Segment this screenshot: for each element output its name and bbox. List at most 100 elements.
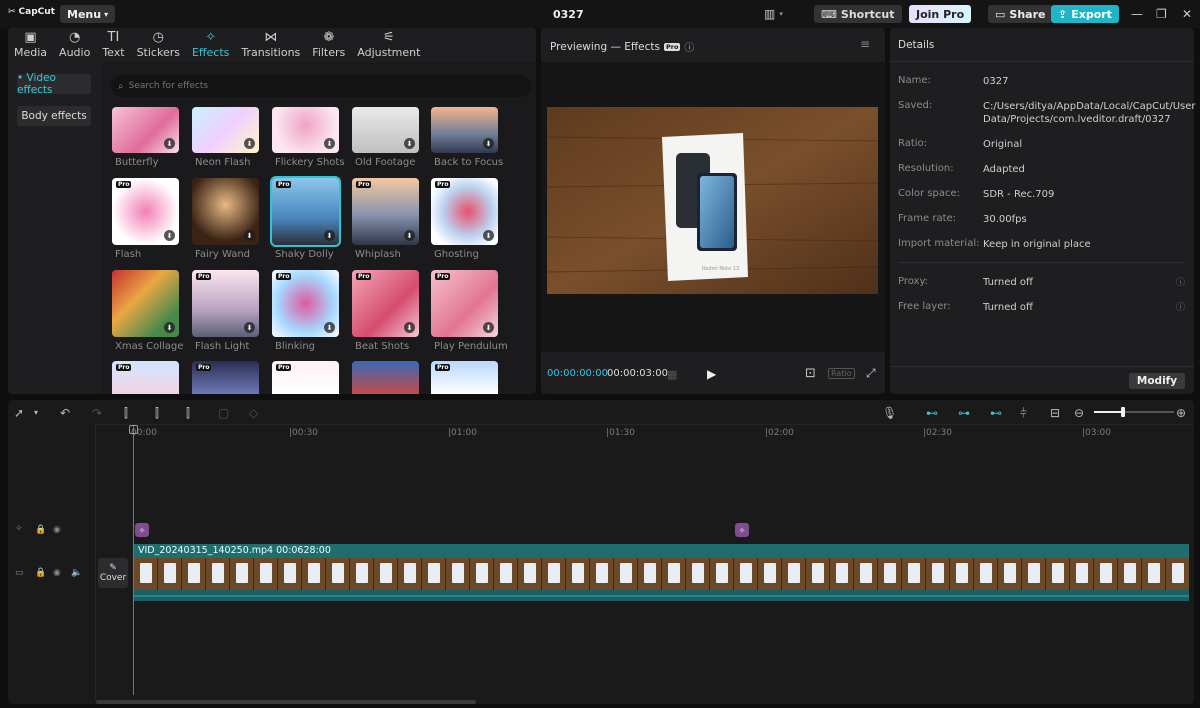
minimize-icon[interactable]: — [1131, 5, 1143, 23]
zoom-in-icon[interactable]: ⊕ [1176, 406, 1186, 420]
effect-thumbnail[interactable]: ⬇ [272, 107, 339, 153]
redo-icon[interactable]: ↷ [92, 406, 102, 420]
preview-menu-icon[interactable]: ≡ [860, 37, 870, 51]
lock-icon[interactable]: 🔒 [35, 568, 46, 578]
tab-filters[interactable]: ❁ Filters [306, 28, 351, 62]
delete-left-icon[interactable]: ⫿ [155, 406, 159, 421]
download-icon[interactable]: ⬇ [404, 230, 415, 241]
fit-timeline-icon[interactable]: ⊟ [1050, 406, 1060, 420]
effect-thumbnail[interactable]: Pro [112, 361, 179, 394]
effect-thumbnail[interactable]: ⬇ [112, 270, 179, 337]
download-icon[interactable]: ⬇ [404, 322, 415, 333]
waveform-toggle-icon[interactable]: ▦ [667, 368, 677, 381]
tab-audio[interactable]: ◔ Audio [53, 28, 96, 62]
cover-button[interactable]: ✎ Cover [98, 558, 128, 588]
effect-thumbnail[interactable]: Pro ⬇ [270, 176, 341, 247]
effect-thumbnail[interactable]: ⬇ [431, 107, 498, 153]
effect-thumbnail[interactable]: Pro ⬇ [431, 270, 498, 337]
free-layer-help-icon[interactable]: ⓘ [1176, 300, 1185, 313]
info-icon[interactable]: ⓘ [684, 39, 694, 54]
playhead-handle[interactable] [129, 425, 138, 434]
eye-icon[interactable]: ◉ [53, 568, 61, 578]
download-icon[interactable]: ⬇ [324, 322, 335, 333]
effect-thumbnail[interactable]: Pro [272, 361, 339, 394]
effect-thumbnail[interactable]: Pro ⬇ [352, 178, 419, 245]
select-cursor-icon[interactable]: ➚ [14, 406, 24, 420]
main-track-magnet-icon[interactable]: ⊷ [926, 406, 938, 420]
download-icon[interactable]: ⬇ [164, 322, 175, 333]
download-icon[interactable]: ⬇ [244, 138, 255, 149]
delete-right-icon[interactable]: ⫿ [186, 406, 190, 421]
download-icon[interactable]: ⬇ [244, 230, 255, 241]
effect-thumbnail[interactable]: Pro ⬇ [272, 270, 339, 337]
effect-thumbnail[interactable]: Pro ⬇ [352, 270, 419, 337]
play-icon[interactable]: ▶ [707, 367, 716, 381]
zoom-slider[interactable] [1094, 407, 1174, 417]
menu-button[interactable]: Menu ▾ [60, 5, 116, 23]
proxy-help-icon[interactable]: ⓘ [1176, 275, 1185, 288]
auto-snap-icon[interactable]: ⊶ [958, 406, 970, 420]
search-input[interactable] [128, 81, 509, 91]
effect-thumbnail[interactable]: Pro ⬇ [192, 270, 259, 337]
tab-media[interactable]: ▣ Media [8, 28, 53, 62]
timeline-scrollbar[interactable] [96, 700, 476, 704]
lock-icon[interactable]: 🔒 [35, 525, 46, 535]
effect-thumbnail[interactable]: ⬇ [352, 107, 419, 153]
effect-thumbnail[interactable] [352, 361, 419, 394]
join-pro-button[interactable]: Join Pro [909, 5, 972, 23]
effect-thumbnail[interactable]: ⬇ [192, 107, 259, 153]
split-icon[interactable]: ⫿ [124, 406, 128, 421]
tab-text[interactable]: TI Text [96, 28, 130, 62]
zoom-out-icon[interactable]: ⊖ [1074, 406, 1084, 420]
volume-icon[interactable]: 🔈 [71, 568, 82, 578]
audio-waveform[interactable] [134, 590, 1189, 601]
search-bar[interactable]: ⌕ [111, 75, 531, 97]
linkage-icon[interactable]: ⊷ [990, 406, 1002, 420]
download-icon[interactable]: ⬇ [164, 230, 175, 241]
zoom-slider-handle[interactable] [1121, 407, 1125, 417]
download-icon[interactable]: ⬇ [164, 138, 175, 149]
effect-thumbnail[interactable]: Pro [431, 361, 498, 394]
chevron-down-icon[interactable]: ▾ [34, 408, 38, 417]
shortcut-button[interactable]: ⌨ Shortcut [814, 5, 902, 23]
video-clip-filmstrip[interactable] [134, 558, 1189, 590]
layout-icon[interactable]: ▥ ▾ [764, 5, 783, 23]
tab-stickers[interactable]: ◷ Stickers [131, 28, 186, 62]
download-icon[interactable]: ⬇ [244, 322, 255, 333]
effect-thumbnail[interactable]: ⬇ [112, 107, 179, 153]
fit-screen-icon[interactable]: ⊡ [805, 366, 816, 381]
effect-clip-marker[interactable]: ✧ [135, 523, 149, 537]
effect-thumbnail[interactable]: Pro [192, 361, 259, 394]
tab-effects[interactable]: ✧ Effects [186, 28, 235, 62]
download-icon[interactable]: ⬇ [483, 230, 494, 241]
shield-icon[interactable]: ◇ [249, 406, 258, 420]
microphone-icon[interactable]: 🎙 [882, 406, 897, 420]
close-icon[interactable]: ✕ [1182, 5, 1192, 23]
download-icon[interactable]: ⬇ [483, 138, 494, 149]
preview-axis-icon[interactable]: ⫩ [1020, 406, 1027, 421]
restore-icon[interactable]: ❐ [1156, 5, 1167, 23]
ratio-button[interactable]: Ratio [828, 368, 855, 379]
export-button[interactable]: ⇪ Export [1051, 5, 1119, 23]
share-button[interactable]: ▭ Share [988, 5, 1053, 23]
download-icon[interactable]: ⬇ [404, 138, 415, 149]
undo-icon[interactable]: ↶ [60, 406, 70, 420]
modify-button[interactable]: Modify [1129, 373, 1185, 389]
tab-adjustment[interactable]: ⚟ Adjustment [351, 28, 426, 62]
fullscreen-icon[interactable]: ⤢ [866, 366, 876, 381]
eye-icon[interactable]: ◉ [53, 525, 61, 535]
sidebar-item-body-effects[interactable]: Body effects [17, 106, 91, 126]
delete-icon[interactable]: ▢ [218, 406, 229, 420]
effect-clip-marker[interactable]: ✧ [735, 523, 749, 537]
tab-transitions[interactable]: ⋈ Transitions [235, 28, 306, 62]
effect-thumbnail[interactable]: ⬇ [192, 178, 259, 245]
effect-thumbnail[interactable]: Pro ⬇ [431, 178, 498, 245]
video-clip-header[interactable]: VID_20240315_140250.mp4 00:0628:00 [134, 544, 1189, 558]
effect-thumbnail[interactable]: Pro ⬇ [112, 178, 179, 245]
download-icon[interactable]: ⬇ [324, 138, 335, 149]
sidebar-item-video-effects[interactable]: • Video effects [17, 72, 91, 96]
pro-badge: Pro [196, 273, 212, 280]
download-icon[interactable]: ⬇ [324, 230, 335, 241]
effect-label: Back to Focus [434, 157, 504, 168]
download-icon[interactable]: ⬇ [483, 322, 494, 333]
